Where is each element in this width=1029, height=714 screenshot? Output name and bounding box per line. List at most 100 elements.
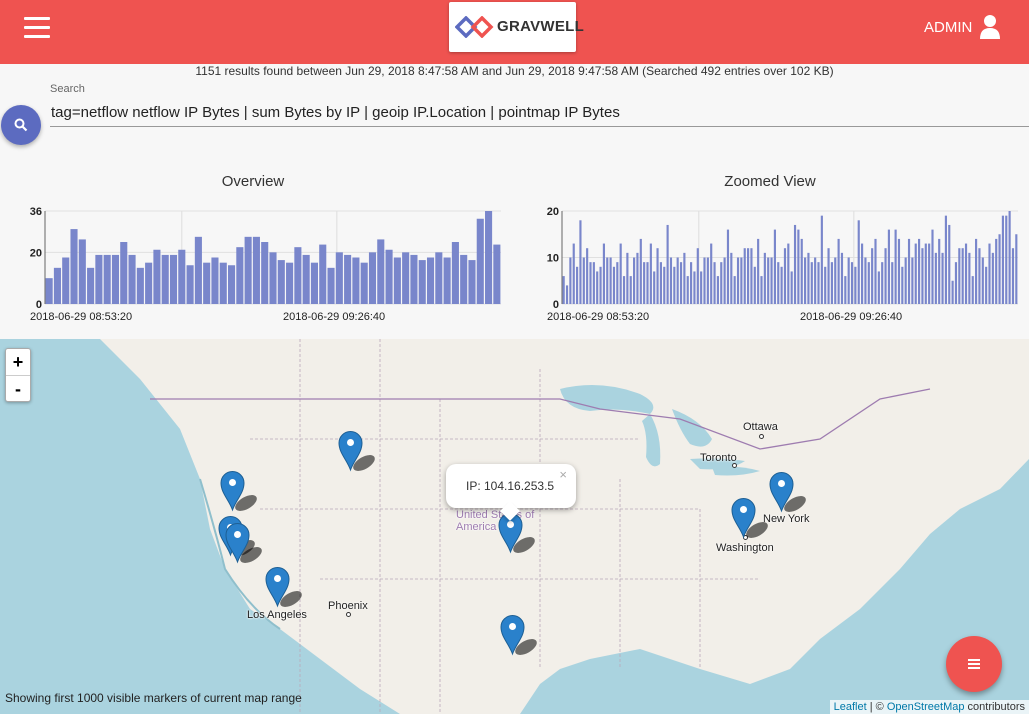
chart-bar[interactable] bbox=[443, 257, 451, 305]
chart-bar[interactable] bbox=[773, 229, 776, 304]
chart-bar[interactable] bbox=[194, 236, 202, 304]
chart-bar[interactable] bbox=[710, 243, 713, 304]
chart-bar[interactable] bbox=[850, 262, 854, 304]
chart-bar[interactable] bbox=[656, 248, 659, 304]
chart-bar[interactable] bbox=[981, 257, 984, 305]
chart-bar[interactable] bbox=[562, 276, 565, 304]
chart-bar[interactable] bbox=[666, 224, 669, 304]
chart-bar[interactable] bbox=[95, 254, 103, 304]
chart-bar[interactable] bbox=[874, 238, 877, 304]
user-menu[interactable]: ADMIN bbox=[924, 12, 1001, 42]
chart-bar[interactable] bbox=[219, 262, 227, 304]
chart-bar[interactable] bbox=[961, 248, 964, 304]
chart-bar[interactable] bbox=[837, 238, 840, 304]
chart-bar[interactable] bbox=[676, 257, 679, 305]
chart-bar[interactable] bbox=[834, 257, 837, 305]
chart-bar[interactable] bbox=[592, 262, 595, 304]
chart-bar[interactable] bbox=[948, 224, 951, 304]
chart-bar[interactable] bbox=[352, 257, 360, 305]
chart-bar[interactable] bbox=[579, 220, 582, 304]
chart-bar[interactable] bbox=[244, 236, 252, 304]
hamburger-menu-icon[interactable] bbox=[24, 17, 50, 39]
chart-bar[interactable] bbox=[985, 266, 988, 304]
chart-bar[interactable] bbox=[128, 254, 136, 304]
chart-bar[interactable] bbox=[261, 242, 269, 304]
chart-bar[interactable] bbox=[1008, 211, 1011, 304]
chart-bar[interactable] bbox=[931, 229, 934, 304]
chart-bar[interactable] bbox=[629, 276, 632, 304]
chart-bar[interactable] bbox=[569, 257, 572, 305]
chart-bar[interactable] bbox=[643, 262, 646, 304]
chart-bar[interactable] bbox=[178, 249, 186, 304]
chart-bar[interactable] bbox=[750, 248, 753, 304]
chart-bar[interactable] bbox=[787, 243, 790, 304]
chart-bar[interactable] bbox=[103, 254, 111, 304]
chart-bar[interactable] bbox=[582, 257, 585, 305]
leaflet-link[interactable]: Leaflet bbox=[834, 701, 867, 713]
map-marker-icon[interactable] bbox=[265, 566, 302, 608]
chart-bar[interactable] bbox=[1015, 234, 1018, 304]
chart-bar[interactable] bbox=[793, 224, 797, 304]
chart-bar[interactable] bbox=[988, 243, 991, 304]
chart-bar[interactable] bbox=[861, 243, 864, 304]
chart-bar[interactable] bbox=[693, 271, 696, 304]
chart-bar[interactable] bbox=[344, 254, 352, 304]
chart-bar[interactable] bbox=[847, 257, 850, 305]
map-marker-icon[interactable] bbox=[225, 522, 262, 564]
chart-bar[interactable] bbox=[730, 252, 733, 304]
chart-bar[interactable] bbox=[901, 266, 904, 304]
fab-menu-button[interactable] bbox=[946, 636, 1002, 692]
chart-bar[interactable] bbox=[887, 229, 890, 304]
chart-bar[interactable] bbox=[435, 252, 443, 304]
chart-bar[interactable] bbox=[824, 266, 827, 304]
chart-bar[interactable] bbox=[703, 257, 706, 305]
chart-bar[interactable] bbox=[377, 239, 385, 304]
chart-bar[interactable] bbox=[743, 248, 746, 304]
chart-bar[interactable] bbox=[810, 262, 813, 304]
chart-bar[interactable] bbox=[612, 266, 616, 304]
chart-bar[interactable] bbox=[252, 236, 260, 304]
chart-bar[interactable] bbox=[753, 266, 756, 304]
chart-bar[interactable] bbox=[586, 248, 589, 304]
chart-bar[interactable] bbox=[294, 247, 302, 304]
chart-bar[interactable] bbox=[921, 248, 924, 304]
chart-bar[interactable] bbox=[286, 262, 294, 304]
chart-bar[interactable] bbox=[659, 262, 662, 304]
chart-bar[interactable] bbox=[958, 248, 961, 304]
chart-bar[interactable] bbox=[934, 252, 937, 304]
chart-bar[interactable] bbox=[907, 238, 911, 304]
chart-bar[interactable] bbox=[572, 243, 575, 304]
chart-bar[interactable] bbox=[857, 220, 860, 304]
chart-bar[interactable] bbox=[871, 248, 874, 304]
chart-bar[interactable] bbox=[767, 257, 770, 305]
chart-bar[interactable] bbox=[747, 248, 750, 304]
chart-bar[interactable] bbox=[599, 266, 602, 304]
chart-bar[interactable] bbox=[576, 266, 579, 304]
chart-bar[interactable] bbox=[679, 262, 683, 304]
chart-bar[interactable] bbox=[203, 262, 211, 304]
map-marker-icon[interactable] bbox=[338, 430, 375, 472]
chart-bar[interactable] bbox=[310, 262, 318, 304]
chart-bar[interactable] bbox=[161, 254, 169, 304]
chart-bar[interactable] bbox=[269, 252, 277, 304]
chart-bar[interactable] bbox=[800, 238, 803, 304]
map-marker-icon[interactable] bbox=[731, 497, 768, 539]
chart-bar[interactable] bbox=[696, 248, 699, 304]
chart-bar[interactable] bbox=[881, 262, 884, 304]
chart-bar[interactable] bbox=[844, 276, 847, 304]
search-button[interactable] bbox=[1, 105, 41, 145]
zoomed-view-chart[interactable]: 20 10 02018-06-29 08:53:20 2018-06-29 09:26… bbox=[517, 200, 1029, 328]
chart-bar[interactable] bbox=[236, 247, 244, 304]
chart-bar[interactable] bbox=[616, 262, 619, 304]
chart-bar[interactable] bbox=[783, 248, 787, 304]
chart-bar[interactable] bbox=[700, 271, 703, 304]
chart-bar[interactable] bbox=[468, 260, 476, 304]
chart-bar[interactable] bbox=[211, 257, 219, 305]
chart-bar[interactable] bbox=[683, 252, 686, 304]
chart-bar[interactable] bbox=[460, 254, 468, 304]
pointmap-map[interactable]: Ottawa Toronto New York Washington Phoen… bbox=[0, 339, 1029, 714]
chart-bar[interactable] bbox=[186, 265, 194, 304]
chart-bar[interactable] bbox=[410, 254, 418, 304]
chart-bar[interactable] bbox=[736, 257, 740, 305]
chart-bar[interactable] bbox=[723, 257, 726, 305]
